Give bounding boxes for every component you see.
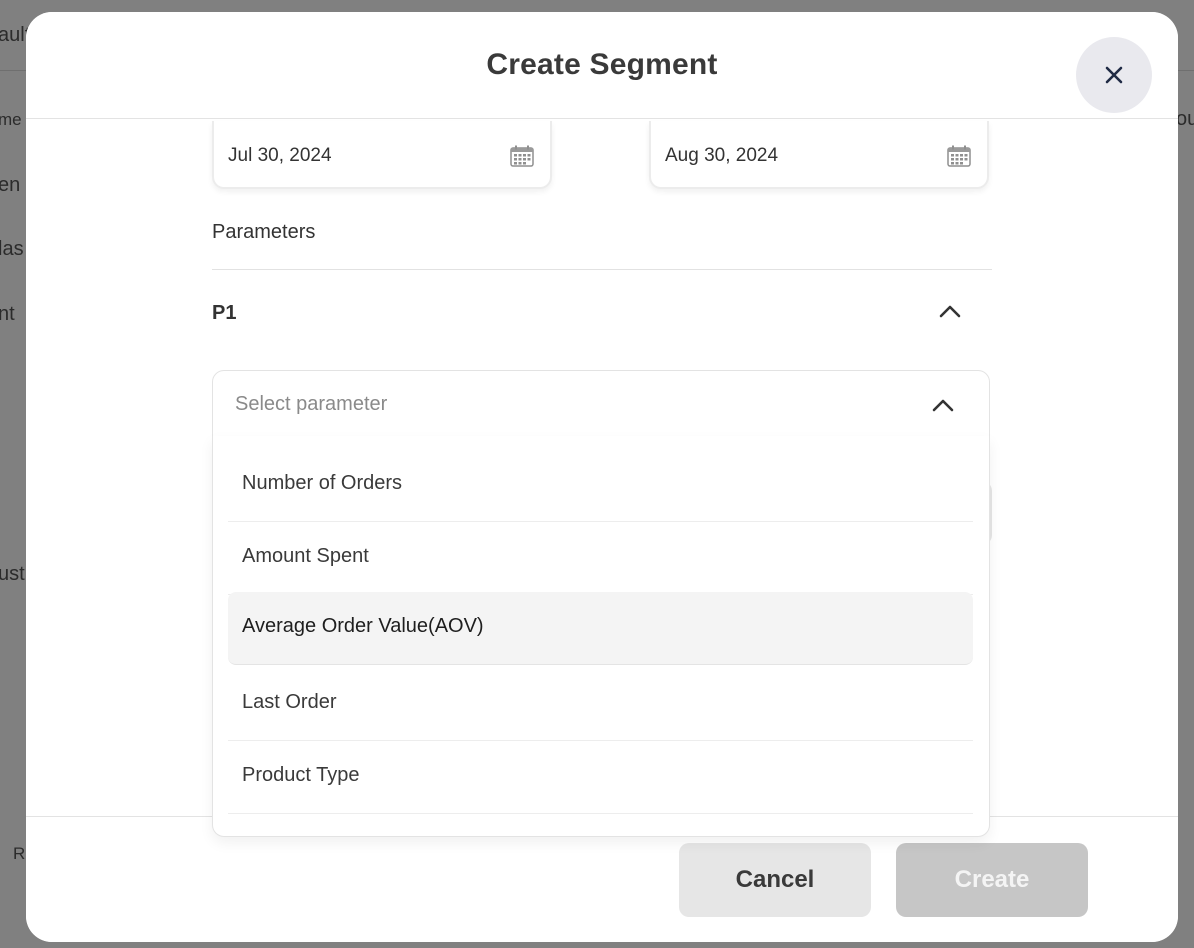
parameters-heading: Parameters [212, 221, 316, 243]
background-text: en [0, 174, 21, 196]
background-text: me [0, 110, 22, 129]
background-text: ou [1176, 108, 1194, 130]
dropdown-option-label: Amount Spent [242, 545, 369, 567]
close-icon [1105, 66, 1123, 84]
parameter-select[interactable]: Select parameter [212, 370, 990, 437]
end-date-value: Aug 30, 2024 [665, 145, 779, 166]
dropdown-option-amount-spent[interactable]: Amount Spent [228, 522, 973, 595]
end-date-field[interactable]: Aug 30, 2024 [649, 121, 989, 189]
dropdown-option-product-type[interactable]: Product Type [228, 741, 973, 814]
dropdown-option-average-order-value[interactable]: Average Order Value(AOV) [228, 592, 973, 665]
background-text: R [13, 844, 26, 863]
close-button[interactable] [1076, 37, 1152, 113]
background-text: nt [0, 303, 15, 325]
parameter-select-placeholder: Select parameter [235, 393, 388, 415]
parameter-dropdown-menu: Number of Orders Amount Spent Average Or… [212, 436, 990, 837]
parameter-group-label: P1 [212, 302, 237, 324]
modal-header: Create Segment [26, 12, 1178, 119]
background-text: las [0, 238, 24, 260]
start-date-field[interactable]: Jul 30, 2024 [212, 121, 552, 189]
dropdown-option-label: Last Order [242, 691, 337, 713]
chevron-up-icon [932, 399, 954, 412]
dropdown-option-last-order[interactable]: Last Order [228, 668, 973, 741]
dropdown-option-label: Product Type [242, 764, 360, 786]
create-button[interactable]: Create [896, 843, 1088, 917]
dropdown-option-label: Average Order Value(AOV) [242, 615, 484, 637]
calendar-icon [947, 145, 971, 167]
calendar-icon [510, 145, 534, 167]
modal-title: Create Segment [486, 48, 718, 81]
parameters-divider [212, 269, 992, 270]
cancel-button[interactable]: Cancel [679, 843, 871, 917]
dropdown-option-label: Number of Orders [242, 472, 403, 494]
start-date-value: Jul 30, 2024 [228, 145, 332, 166]
dropdown-option-number-of-orders[interactable]: Number of Orders [228, 449, 973, 522]
chevron-up-icon[interactable] [938, 303, 962, 319]
background-text: ust [0, 563, 25, 585]
